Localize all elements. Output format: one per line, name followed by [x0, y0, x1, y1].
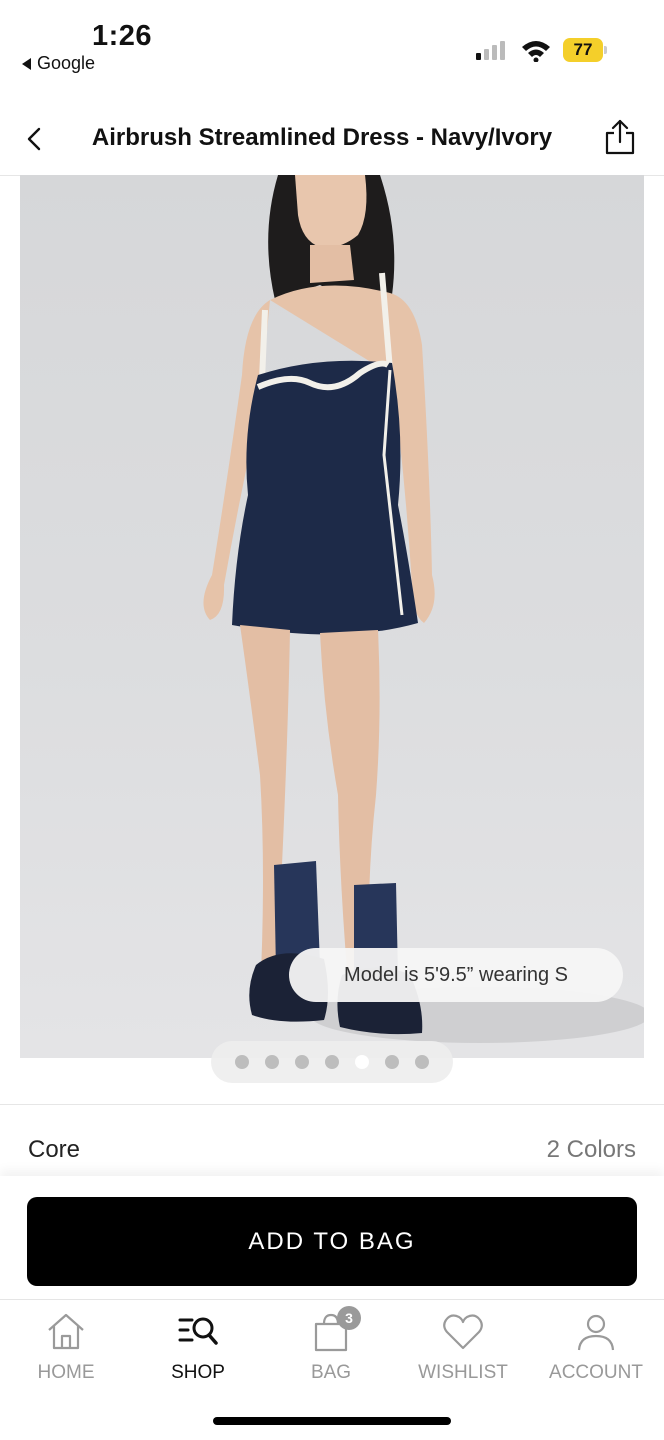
add-to-bag-button[interactable]: ADD TO BAG: [27, 1197, 637, 1286]
account-icon: [577, 1314, 615, 1351]
model-info-caption: Model is 5'9.5” wearing S: [289, 948, 623, 1002]
pager-dot[interactable]: [325, 1055, 339, 1069]
home-indicator: [213, 1417, 451, 1425]
model-figure: [203, 175, 644, 1043]
battery-indicator: 77: [563, 38, 607, 62]
collection-label: Core: [28, 1136, 81, 1163]
pager-dot[interactable]: [265, 1055, 279, 1069]
product-meta-row: Core 2 Colors: [0, 1130, 664, 1174]
nav-header: Airbrush Streamlined Dress - Navy/Ivory: [0, 100, 664, 176]
page-title: Airbrush Streamlined Dress - Navy/Ivory: [91, 124, 553, 151]
pager-dot[interactable]: [235, 1055, 249, 1069]
section-divider: [0, 1104, 664, 1105]
status-time: 1:26: [92, 20, 153, 52]
product-image[interactable]: [20, 175, 644, 1058]
back-app-label: Google: [37, 53, 96, 73]
pager-dot[interactable]: [295, 1055, 309, 1069]
cellular-signal-icon: [476, 40, 505, 60]
color-count-link[interactable]: 2 Colors: [547, 1136, 636, 1164]
tab-shop[interactable]: SHOP: [138, 1310, 258, 1390]
bag-count-badge: 3: [337, 1306, 361, 1330]
tab-wishlist-label: WISHLIST: [418, 1362, 508, 1383]
cta-container: ADD TO BAG: [0, 1176, 664, 1300]
shop-search-icon: [178, 1317, 218, 1345]
tab-shop-label: SHOP: [171, 1362, 225, 1383]
tab-home[interactable]: HOME: [6, 1310, 126, 1390]
home-icon: [48, 1313, 84, 1350]
tab-account[interactable]: ACCOUNT: [536, 1310, 656, 1390]
battery-level: 77: [563, 38, 603, 62]
tab-bag-label: BAG: [310, 1362, 352, 1383]
tab-home-label: HOME: [37, 1362, 95, 1383]
back-to-app-link[interactable]: Google: [22, 53, 95, 74]
tab-bag[interactable]: 3 BAG: [271, 1306, 391, 1390]
heart-icon: [443, 1314, 483, 1350]
pager-dot-active[interactable]: [355, 1055, 369, 1069]
tab-account-label: ACCOUNT: [549, 1362, 643, 1383]
wifi-icon: [522, 41, 550, 62]
pager-dot[interactable]: [415, 1055, 429, 1069]
chevron-left-icon[interactable]: [22, 124, 48, 154]
back-triangle-icon: [22, 57, 31, 70]
tab-wishlist[interactable]: WISHLIST: [403, 1310, 523, 1390]
pager-dot[interactable]: [385, 1055, 399, 1069]
share-icon[interactable]: [602, 118, 638, 156]
image-pager[interactable]: [211, 1041, 453, 1083]
status-bar: 1:26 Google 77: [0, 0, 664, 90]
